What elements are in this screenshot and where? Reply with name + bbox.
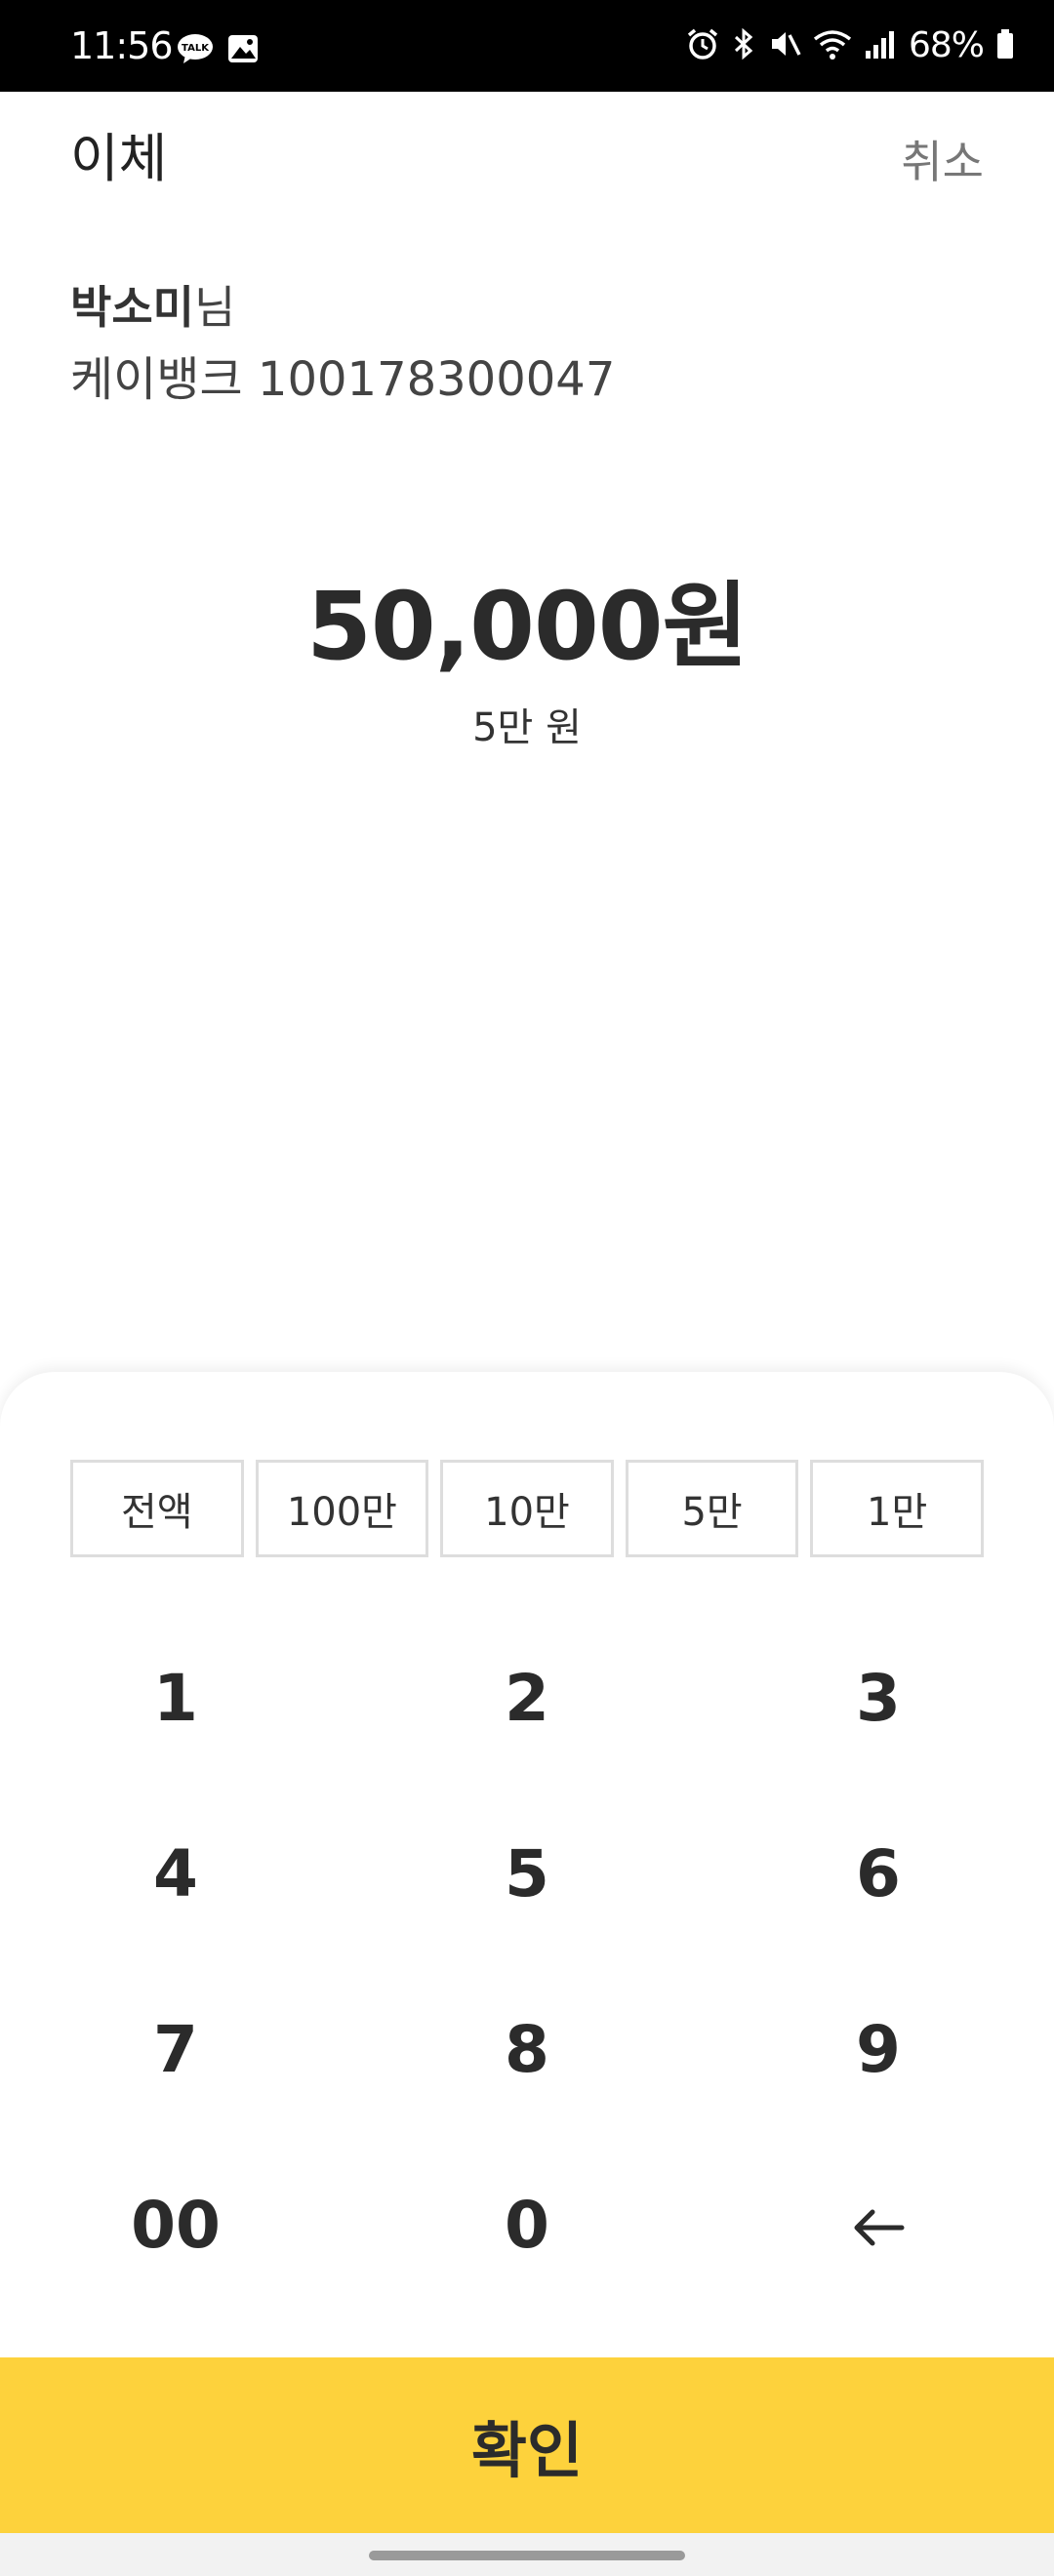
alarm-icon — [686, 27, 719, 64]
key-3[interactable]: 3 — [703, 1610, 1054, 1786]
quick-amount-10k-button[interactable]: 1만 — [810, 1460, 984, 1557]
account-number: 100178300047 — [257, 352, 616, 407]
account-line: 케이뱅크 100178300047 — [70, 347, 615, 412]
key-8[interactable]: 8 — [351, 1961, 703, 2137]
page-title: 이체 — [70, 128, 168, 189]
key-4[interactable]: 4 — [0, 1786, 351, 1961]
backspace-button[interactable] — [703, 2137, 1054, 2313]
key-2[interactable]: 2 — [351, 1610, 703, 1786]
status-time: 11:56 — [70, 24, 174, 67]
key-5[interactable]: 5 — [351, 1786, 703, 1961]
quick-amount-row: 전액 100만 10만 5만 1만 — [70, 1460, 984, 1557]
wifi-icon — [813, 27, 852, 64]
keypad-sheet: 전액 100만 10만 5만 1만 1 2 3 4 5 6 7 8 9 00 0 — [0, 1372, 1054, 2357]
key-0[interactable]: 0 — [351, 2137, 703, 2313]
recipient-name: 박소미 — [70, 281, 194, 334]
arrow-left-icon — [851, 2188, 906, 2263]
bank-name: 케이뱅크 — [70, 352, 243, 407]
status-right: 68% — [686, 23, 1015, 68]
key-7[interactable]: 7 — [0, 1961, 351, 2137]
notification-icons: TALK — [176, 33, 260, 68]
status-bar: 11:56 TALK 68% — [0, 0, 1054, 92]
key-9[interactable]: 9 — [703, 1961, 1054, 2137]
signal-icon — [864, 27, 897, 64]
home-indicator[interactable] — [369, 2551, 685, 2560]
quick-amount-all-button[interactable]: 전액 — [70, 1460, 244, 1557]
quick-amount-100k-button[interactable]: 10만 — [440, 1460, 614, 1557]
battery-percent: 68% — [908, 25, 985, 65]
key-1[interactable]: 1 — [0, 1610, 351, 1786]
gallery-icon — [226, 33, 260, 68]
confirm-button[interactable]: 확인 — [0, 2357, 1054, 2533]
svg-text:TALK: TALK — [182, 43, 210, 54]
mute-icon — [768, 27, 801, 64]
talk-icon: TALK — [176, 33, 215, 68]
recipient-honorific: 님 — [193, 281, 236, 334]
bluetooth-icon — [731, 27, 756, 64]
cancel-button[interactable]: 취소 — [901, 131, 984, 193]
navigation-bar — [0, 2533, 1054, 2576]
number-keypad: 1 2 3 4 5 6 7 8 9 00 0 — [0, 1610, 1054, 2313]
amount-value: 50,000원 — [306, 572, 749, 681]
key-6[interactable]: 6 — [703, 1786, 1054, 1961]
key-00[interactable]: 00 — [0, 2137, 351, 2313]
recipient-line: 박소미님 — [70, 275, 235, 340]
quick-amount-50k-button[interactable]: 5만 — [625, 1460, 799, 1557]
amount-korean: 5만 원 — [472, 705, 582, 750]
quick-amount-1m-button[interactable]: 100만 — [255, 1460, 429, 1557]
battery-icon — [995, 27, 1015, 64]
